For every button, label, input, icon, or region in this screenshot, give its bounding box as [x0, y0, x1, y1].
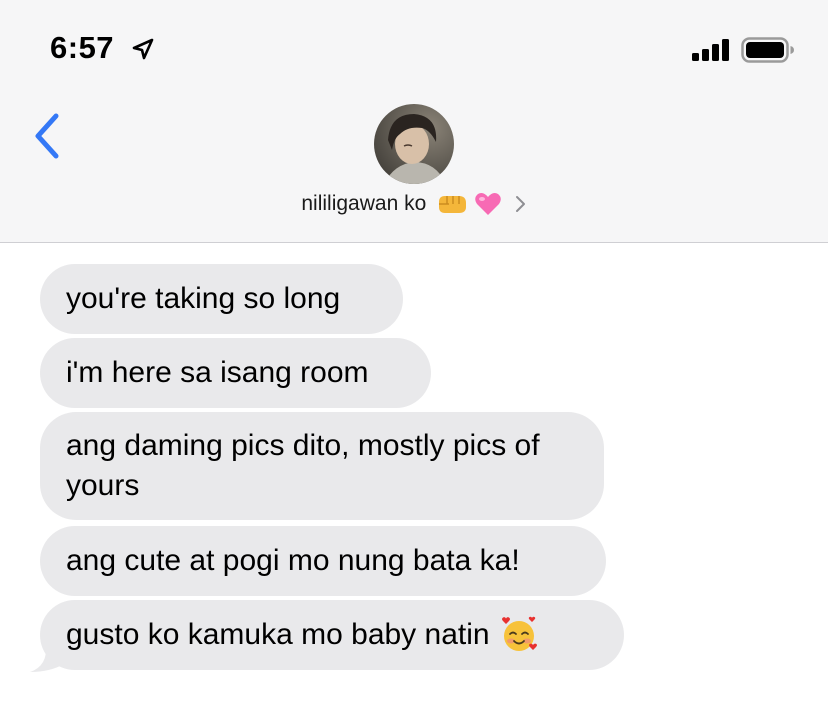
message-bubble[interactable]: i'm here sa isang room — [40, 338, 431, 408]
messages-screen: 6:57 nililigawan ko you're taking so lon… — [0, 0, 828, 701]
message-text: gusto ko kamuka mo baby natin — [66, 618, 490, 651]
conversation-header: 6:57 nililigawan ko — [0, 0, 828, 243]
contact-avatar[interactable] — [374, 104, 454, 184]
message-text: ang cute at pogi mo nung bata ka! — [66, 544, 520, 577]
message-bubble[interactable]: gusto ko kamuka mo baby natin — [40, 600, 624, 670]
location-arrow-icon — [132, 38, 154, 60]
battery-icon — [741, 37, 794, 63]
message-bubble[interactable]: ang daming pics dito, mostly pics of you… — [40, 412, 604, 520]
fist-bump-emoji-icon — [438, 196, 466, 213]
message-bubble[interactable]: ang cute at pogi mo nung bata ka! — [40, 526, 606, 596]
contact-name: nililigawan ko — [301, 192, 427, 215]
smiling-face-with-hearts-icon — [501, 616, 537, 651]
contact-info-button[interactable]: nililigawan ko — [0, 191, 828, 217]
avatar-photo — [374, 104, 454, 184]
signal-bars-icon — [692, 39, 729, 61]
pink-heart-emoji-icon — [475, 193, 501, 215]
status-time: 6:57 — [50, 30, 115, 65]
message-bubble[interactable]: you're taking so long — [40, 264, 403, 334]
message-text: i'm here sa isang room — [66, 356, 369, 389]
message-text: ang daming pics dito, mostly pics of you… — [66, 429, 540, 502]
back-chevron-icon[interactable] — [30, 112, 64, 160]
chevron-right-icon — [515, 196, 525, 212]
message-text: you're taking so long — [66, 282, 341, 315]
